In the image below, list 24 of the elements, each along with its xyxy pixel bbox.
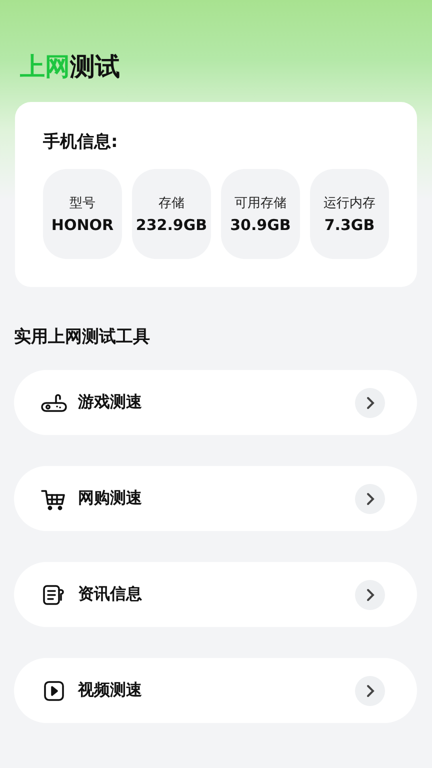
chevron-right-icon: [355, 484, 385, 514]
chevron-right-icon: [355, 676, 385, 706]
stat-label: 运行内存: [324, 195, 376, 212]
stat-value: 7.3GB: [324, 216, 375, 234]
chevron-right-icon: [355, 580, 385, 610]
stat-label: 型号: [70, 195, 96, 212]
tool-label: 视频测速: [78, 680, 143, 701]
stat-value: HONOR: [51, 216, 114, 234]
tool-list-item[interactable]: 游戏测速: [14, 370, 417, 435]
card-heading: 手机信息:: [43, 131, 119, 153]
chevron-right-icon: [355, 388, 385, 418]
tool-label: 资讯信息: [78, 584, 143, 605]
tool-label: 游戏测速: [78, 392, 143, 413]
stat-label: 存储: [158, 195, 184, 212]
stat-value: 30.9GB: [230, 216, 291, 234]
tool-list-item[interactable]: 视频测速: [14, 658, 417, 723]
tool-list-item[interactable]: 资讯信息: [14, 562, 417, 627]
app-title: 测试: [70, 50, 120, 82]
app-title-accent: 上网: [20, 50, 70, 82]
tool-list-item[interactable]: 网购测速: [14, 466, 417, 531]
tool-label: 网购测速: [78, 488, 143, 509]
stat-label: 可用存储: [234, 195, 286, 212]
stat-value: 232.9GB: [136, 216, 208, 234]
section-heading: 实用上网测试工具: [13, 326, 151, 348]
